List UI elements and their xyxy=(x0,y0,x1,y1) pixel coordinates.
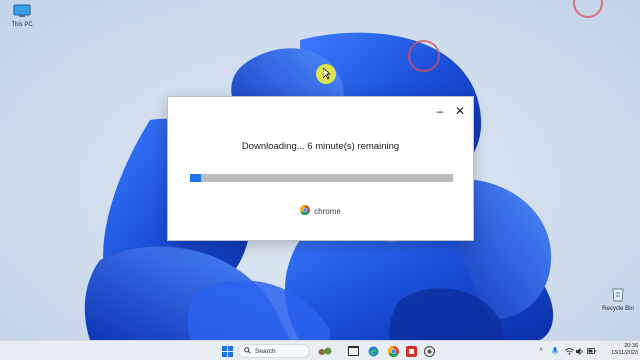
chrome-icon[interactable] xyxy=(386,344,400,358)
clock-date: 13/11/2023 xyxy=(610,350,638,356)
taskbar-clock[interactable]: 20:36 13/11/2023 xyxy=(598,343,638,357)
wifi-icon[interactable] xyxy=(564,346,574,356)
recycle-bin-desktop-icon[interactable]: Recycle Bin xyxy=(596,286,640,312)
app-red-icon[interactable] xyxy=(404,344,418,358)
widgets-icon[interactable] xyxy=(318,344,332,358)
microphone-icon[interactable] xyxy=(550,346,560,356)
recycle-bin-icon xyxy=(596,286,640,304)
app-settings-icon[interactable] xyxy=(422,344,436,358)
cursor-highlight xyxy=(316,64,336,84)
chrome-download-dialog: – ✕ Downloading... 6 minute(s) remaining… xyxy=(167,96,474,241)
monitor-icon xyxy=(0,4,44,20)
click-ring-upper xyxy=(408,40,440,72)
download-progress-fill xyxy=(190,174,201,182)
chrome-branding: chrome xyxy=(168,205,473,217)
minimize-button[interactable]: – xyxy=(432,103,448,119)
close-button[interactable]: ✕ xyxy=(452,103,468,119)
mouse-pointer-icon xyxy=(323,68,331,80)
download-status-text: Downloading... 6 minute(s) remaining xyxy=(241,141,400,152)
start-icon[interactable] xyxy=(220,344,234,358)
volume-icon[interactable] xyxy=(575,346,585,356)
chrome-brand-label: chrome xyxy=(314,206,341,216)
download-progress-bar xyxy=(190,174,453,182)
clock-time: 20:36 xyxy=(624,343,638,349)
this-pc-desktop-icon[interactable]: This PC xyxy=(0,4,44,28)
edge-icon[interactable] xyxy=(366,344,380,358)
search-placeholder: Search xyxy=(255,347,276,355)
this-pc-label: This PC xyxy=(11,22,33,28)
recycle-bin-label: Recycle Bin xyxy=(602,306,634,312)
battery-icon[interactable] xyxy=(586,346,596,356)
tray-chevron-icon[interactable]: ^ xyxy=(536,346,546,356)
taskbar-search-box[interactable]: Search xyxy=(238,344,310,358)
file-explorer-icon[interactable] xyxy=(346,344,360,358)
search-icon xyxy=(244,346,251,356)
chrome-logo-icon xyxy=(300,205,311,217)
taskbar: Search ^ 20:36 13/11/2023 xyxy=(0,340,640,360)
